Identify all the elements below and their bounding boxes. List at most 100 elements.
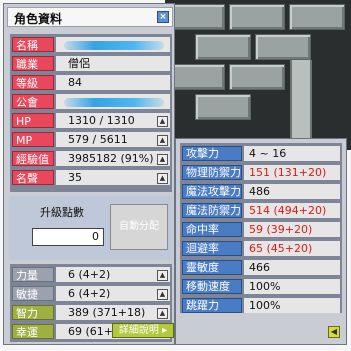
detail-row: 跳躍力 100% <box>180 297 342 314</box>
exp-label: 經驗值 <box>12 151 54 166</box>
accuracy-value: 59 (39+20) <box>244 222 340 237</box>
dex-value: 6 (4+2) ▲ <box>56 286 170 301</box>
mp-increase-button[interactable]: ▲ <box>157 135 168 146</box>
profile-row-exp: 經驗值 3985182 (91%) ▲ <box>10 150 172 167</box>
magic-defense-value: 514 (494+20) <box>244 203 340 218</box>
str-text: 6 (4+2) <box>68 268 111 281</box>
profile-row-level: 等級 84 <box>10 74 172 91</box>
speed-label: 移動速度 <box>182 279 242 294</box>
fame-button[interactable]: ▲ <box>157 173 168 184</box>
int-value: 389 (371+18) ▲ <box>56 305 170 320</box>
auto-assign-button[interactable]: 自動分配 <box>110 204 168 250</box>
title-bar[interactable]: 角色資料 × <box>7 7 173 27</box>
detail-window: 攻擊力 4 ~ 16 物理防禦力 151 (131+20) 魔法攻擊力 486 … <box>175 138 347 345</box>
brick <box>195 34 251 60</box>
detail-panel: 攻擊力 4 ~ 16 物理防禦力 151 (131+20) 魔法攻擊力 486 … <box>180 143 342 313</box>
brick <box>289 4 345 30</box>
ability-points-panel: 升級點數 0 自動分配 <box>10 196 172 260</box>
profile-row-mp: MP 579 / 5611 ▲ <box>10 131 172 148</box>
str-label: 力量 <box>12 267 54 282</box>
brick <box>169 64 225 90</box>
redacted-mark <box>64 98 164 107</box>
int-text: 389 (371+18) <box>68 306 146 319</box>
attack-label: 攻擊力 <box>182 146 242 161</box>
str-value: 6 (4+2) ▲ <box>56 267 170 282</box>
hp-increase-button[interactable]: ▲ <box>157 116 168 127</box>
fame-text: 35 <box>68 171 82 184</box>
detail-row: 靈敏度 466 <box>180 259 342 276</box>
profile-panel: 名稱 職業 僧侶 等級 84 公會 HP 1310 / 1310 ▲ MP 579… <box>10 34 172 192</box>
collapse-icon[interactable]: ◀ <box>328 326 340 338</box>
physical-defense-value: 151 (131+20) <box>244 165 340 180</box>
profile-row-job: 職業 僧侶 <box>10 55 172 72</box>
int-increase-button[interactable]: ▲ <box>157 308 168 319</box>
window-title: 角色資料 <box>14 12 63 26</box>
ability-points-title: 升級點數 <box>40 206 84 219</box>
job-value: 僧侶 <box>56 56 170 71</box>
brick <box>255 34 311 60</box>
detail-row: 物理防禦力 151 (131+20) <box>180 164 342 181</box>
dex-text: 6 (4+2) <box>68 287 111 300</box>
stat-row-dex: 敏捷 6 (4+2) ▲ <box>10 285 172 302</box>
name-label: 名稱 <box>12 37 54 52</box>
hp-label: HP <box>12 113 54 128</box>
stone-pillar <box>290 60 312 150</box>
guild-label: 公會 <box>12 94 54 109</box>
str-increase-button[interactable]: ▲ <box>157 270 168 281</box>
brick <box>169 4 225 30</box>
exp-text: 3985182 (91%) <box>68 152 154 165</box>
accuracy-label: 命中率 <box>182 222 242 237</box>
hp-text: 1310 / 1310 <box>68 114 135 127</box>
speed-value: 100% <box>244 279 340 294</box>
detail-button[interactable]: 詳細說明 ▸ <box>112 323 174 338</box>
stat-row-str: 力量 6 (4+2) ▲ <box>10 266 172 283</box>
brick <box>195 94 251 120</box>
attack-value: 4 ~ 16 <box>244 146 340 161</box>
mp-value: 579 / 5611 ▲ <box>56 132 170 147</box>
exp-button[interactable]: ▲ <box>157 154 168 165</box>
hp-value: 1310 / 1310 ▲ <box>56 113 170 128</box>
magic-attack-label: 魔法攻擊力 <box>182 184 242 199</box>
brick <box>229 4 285 30</box>
detail-row: 命中率 59 (39+20) <box>180 221 342 238</box>
magic-attack-value: 486 <box>244 184 340 199</box>
handiness-value: 466 <box>244 260 340 275</box>
name-value <box>56 37 170 52</box>
brick-wall <box>165 0 351 150</box>
mp-label: MP <box>12 132 54 147</box>
detail-row: 移動速度 100% <box>180 278 342 295</box>
ability-points-value: 0 <box>32 228 104 246</box>
dex-label: 敏捷 <box>12 286 54 301</box>
avoidability-value: 65 (45+20) <box>244 241 340 256</box>
detail-row: 迴避率 65 (45+20) <box>180 240 342 257</box>
stat-row-int: 智力 389 (371+18) ▲ <box>10 304 172 321</box>
guild-value <box>56 94 170 109</box>
detail-row: 攻擊力 4 ~ 16 <box>180 145 342 162</box>
luk-label: 幸運 <box>12 324 54 339</box>
close-icon[interactable]: × <box>157 11 169 23</box>
profile-row-guild: 公會 <box>10 93 172 110</box>
redacted-mark <box>64 41 164 50</box>
level-label: 等級 <box>12 75 54 90</box>
jump-value: 100% <box>244 298 340 313</box>
jump-label: 跳躍力 <box>182 298 242 313</box>
physical-defense-label: 物理防禦力 <box>182 165 242 180</box>
magic-defense-label: 魔法防禦力 <box>182 203 242 218</box>
avoidability-label: 迴避率 <box>182 241 242 256</box>
profile-row-name: 名稱 <box>10 36 172 53</box>
character-window: 角色資料 × 名稱 職業 僧侶 等級 84 公會 HP 1310 / 1310 ▲… <box>3 3 175 345</box>
profile-row-fame: 名聲 35 ▲ <box>10 169 172 186</box>
fame-value: 35 ▲ <box>56 170 170 185</box>
detail-row: 魔法防禦力 514 (494+20) <box>180 202 342 219</box>
level-value: 84 <box>56 75 170 90</box>
dex-increase-button[interactable]: ▲ <box>157 289 168 300</box>
int-label: 智力 <box>12 305 54 320</box>
profile-row-hp: HP 1310 / 1310 ▲ <box>10 112 172 129</box>
handiness-label: 靈敏度 <box>182 260 242 275</box>
fame-label: 名聲 <box>12 170 54 185</box>
mp-text: 579 / 5611 <box>68 133 128 146</box>
detail-row: 魔法攻擊力 486 <box>180 183 342 200</box>
job-label: 職業 <box>12 56 54 71</box>
brick <box>229 64 285 90</box>
exp-value: 3985182 (91%) ▲ <box>56 151 170 166</box>
